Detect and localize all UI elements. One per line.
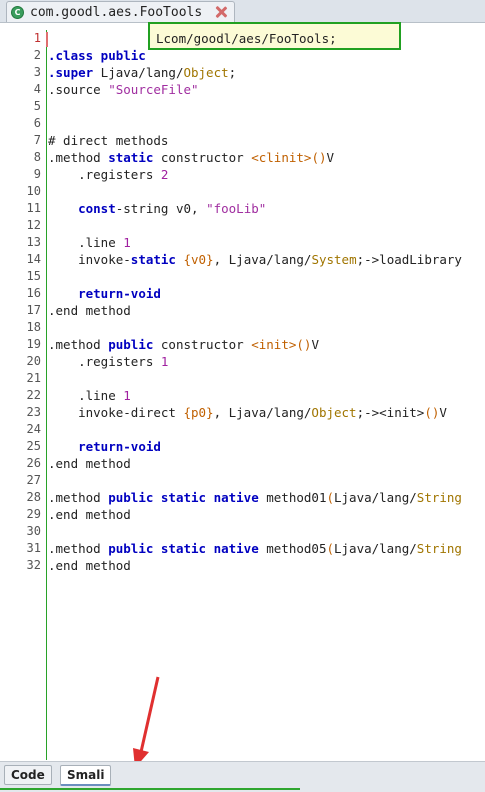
arrow-annotation xyxy=(133,676,160,768)
tab-code[interactable]: Code xyxy=(4,765,52,785)
arrow-shaft xyxy=(139,676,160,753)
status-line xyxy=(0,788,300,790)
tab-smali[interactable]: Smali xyxy=(60,765,112,786)
